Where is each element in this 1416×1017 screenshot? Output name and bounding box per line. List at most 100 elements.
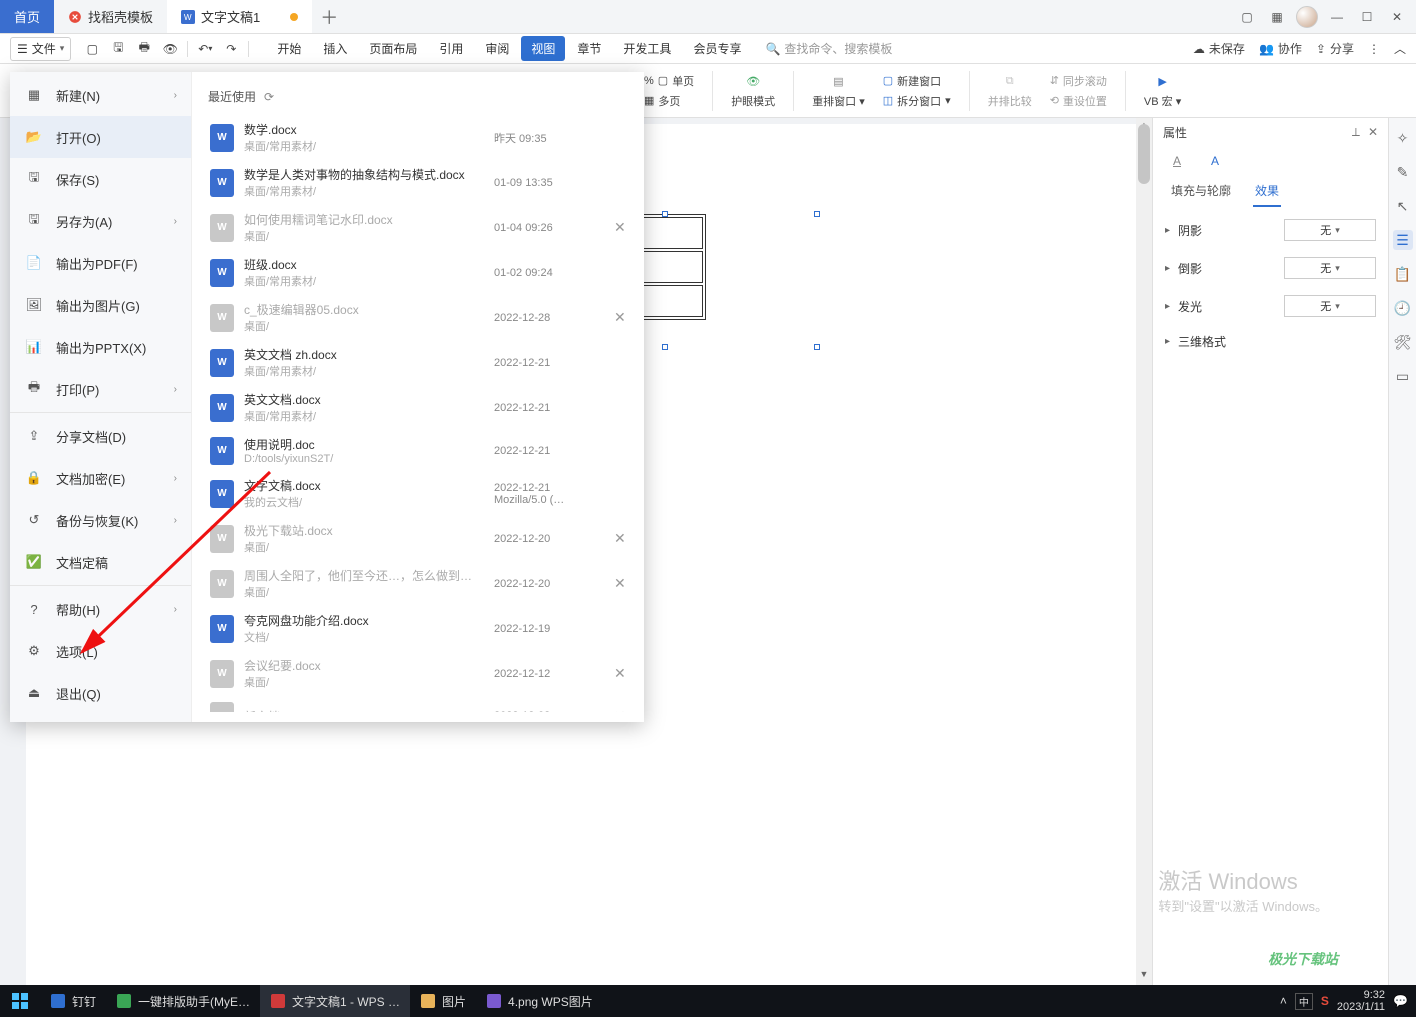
ribbon-tab-devtools[interactable]: 开发工具 [613, 36, 681, 61]
vb-macro-button[interactable]: ▶VB 宏 ▾ [1144, 73, 1181, 109]
single-page-button[interactable]: 单页 [672, 73, 694, 89]
selection-handle[interactable] [814, 344, 820, 350]
new-window-button[interactable]: ▢新建窗口 [883, 73, 951, 89]
file-menu-saveas[interactable]: 🖫另存为(A)› [10, 200, 191, 242]
rail-tools-icon[interactable]: 🛠 [1393, 332, 1413, 352]
recent-item[interactable]: W 英文文档.docx 桌面/常用素材/ 2022-12-21 ✕ [206, 385, 638, 430]
multi-page-button[interactable]: 多页 [658, 93, 680, 109]
system-tray[interactable]: ˄ 中 S 9:32 2023/1/11 💬 [1280, 989, 1416, 1013]
refresh-icon[interactable]: ⟳ [264, 90, 274, 104]
file-menu-save[interactable]: 🖫保存(S) [10, 158, 191, 200]
close-pane-icon[interactable]: ✕ [1368, 125, 1378, 140]
tab-document[interactable]: W 文字文稿1 [167, 0, 312, 33]
notification-icon[interactable]: 💬 [1393, 994, 1408, 1008]
expand-icon[interactable]: ▸ [1165, 336, 1170, 347]
ribbon-tab-layout[interactable]: 页面布局 [359, 36, 427, 61]
tab-home[interactable]: 首页 [0, 0, 54, 33]
unsaved-button[interactable]: ☁未保存 [1193, 40, 1245, 57]
ribbon-tab-vip[interactable]: 会员专享 [683, 36, 751, 61]
recent-item[interactable]: W 数学.docx 桌面/常用素材/ 昨天 09:35 ✕ [206, 115, 638, 160]
rearrange-window-button[interactable]: ▤重排窗口 ▾ [812, 73, 865, 109]
file-menu-open[interactable]: 📂打开(O) [10, 116, 191, 158]
file-menu-exit[interactable]: ⏏退出(Q) [10, 672, 191, 714]
scroll-down-icon[interactable]: ▼ [1136, 967, 1152, 981]
add-tab-button[interactable]: ＋ [312, 0, 346, 33]
ribbon-tab-start[interactable]: 开始 [267, 36, 311, 61]
pin-icon[interactable]: ⟂ [1352, 125, 1360, 140]
compare-button[interactable]: ⧉并排比较 [988, 73, 1032, 109]
taskbar-item[interactable]: 文字文稿1 - WPS … [260, 985, 410, 1017]
selection-handle[interactable] [662, 344, 668, 350]
recent-remove-icon[interactable]: ✕ [614, 530, 634, 547]
file-menu-pdf[interactable]: 📄输出为PDF(F) [10, 242, 191, 284]
rail-clipboard-icon[interactable]: 📋 [1393, 264, 1413, 284]
file-menu-encrypt[interactable]: 🔒文档加密(E)› [10, 457, 191, 499]
expand-icon[interactable]: ▸ [1165, 301, 1170, 312]
recent-item[interactable]: W 数学是人类对事物的抽象结构与模式.docx 桌面/常用素材/ 01-09 1… [206, 160, 638, 205]
tab-templates[interactable]: 找稻壳模板 [54, 0, 167, 33]
prop-tab-effect[interactable]: 效果 [1253, 176, 1281, 207]
command-search[interactable]: 🔍 查找命令、搜索模板 [765, 40, 892, 57]
file-menu-share[interactable]: ⇪分享文档(D) [10, 415, 191, 457]
prop-tab-fill[interactable]: 填充与轮廓 [1169, 176, 1233, 207]
reset-position-button[interactable]: ⟲重设位置 [1050, 93, 1107, 109]
recent-remove-icon[interactable]: ✕ [614, 219, 634, 236]
split-window-button[interactable]: ◫拆分窗口 ▾ [883, 93, 951, 109]
recent-item[interactable]: W 使用说明.doc D:/tools/yixunS2T/ 2022-12-21… [206, 430, 638, 471]
window-close[interactable]: ✕ [1384, 4, 1410, 30]
cooperate-button[interactable]: 👥协作 [1259, 40, 1302, 57]
user-avatar[interactable] [1294, 4, 1320, 30]
recent-remove-icon[interactable]: ✕ [614, 708, 634, 713]
recent-item[interactable]: W 会议纪要.docx 桌面/ 2022-12-12 ✕ [206, 651, 638, 696]
ime-indicator[interactable]: 中 [1295, 993, 1313, 1010]
ribbon-tab-insert[interactable]: 插入 [313, 36, 357, 61]
expand-icon[interactable]: ▸ [1165, 225, 1170, 236]
collapse-ribbon-icon[interactable]: ︿ [1394, 40, 1406, 57]
rail-pen-icon[interactable]: ✎ [1393, 162, 1413, 182]
recent-item[interactable]: W 英文文档 zh.docx 桌面/常用素材/ 2022-12-21 ✕ [206, 340, 638, 385]
recent-remove-icon[interactable]: ✕ [614, 309, 634, 326]
scroll-thumb[interactable] [1138, 124, 1150, 184]
file-menu-finalize[interactable]: ✅文档定稿 [10, 541, 191, 583]
recent-remove-icon[interactable]: ✕ [614, 575, 634, 592]
prop-row[interactable]: ▸发光无▾ [1165, 295, 1376, 317]
taskbar-item[interactable]: 一键排版助手(MyE… [106, 985, 260, 1017]
file-menu-pptx[interactable]: 📊输出为PPTX(X) [10, 326, 191, 368]
apps-icon[interactable]: ▦ [1264, 4, 1290, 30]
prop-value-select[interactable]: 无▾ [1284, 219, 1376, 241]
ribbon-tab-view[interactable]: 视图 [521, 36, 565, 61]
file-menu-options[interactable]: ⚙选项(L) [10, 630, 191, 672]
recent-item[interactable]: W 极光下载站.docx 桌面/ 2022-12-20 ✕ [206, 516, 638, 561]
expand-icon[interactable]: ▸ [1165, 263, 1170, 274]
tray-up-icon[interactable]: ˄ [1280, 994, 1287, 1008]
layout-icon[interactable]: ▢ [1234, 4, 1260, 30]
qa-print-icon[interactable]: 🖶 [133, 38, 155, 60]
ribbon-tab-chapter[interactable]: 章节 [567, 36, 611, 61]
file-menu-help[interactable]: ?帮助(H)› [10, 588, 191, 630]
recent-remove-icon[interactable]: ✕ [614, 665, 634, 682]
taskbar-item[interactable]: 钉钉 [40, 985, 106, 1017]
qa-redo-icon[interactable]: ↷ [220, 38, 242, 60]
recent-item[interactable]: W 文字文稿.docx 我的云文档/ 2022-12-21Mozilla/5.0… [206, 471, 638, 516]
recent-item[interactable]: W 夸克网盘功能介绍.docx 文档/ 2022-12-19 ✕ [206, 606, 638, 651]
prop-value-select[interactable]: 无▾ [1284, 257, 1376, 279]
file-menu-backup[interactable]: ↺备份与恢复(K)› [10, 499, 191, 541]
selection-handle[interactable] [814, 211, 820, 217]
qa-preview-icon[interactable]: 👁 [159, 38, 181, 60]
sync-scroll-button[interactable]: ⇵同步滚动 [1050, 73, 1107, 89]
selection-handle[interactable] [662, 211, 668, 217]
more-icon[interactable]: ⋮ [1368, 42, 1380, 56]
file-menu-button[interactable]: ☰ 文件 ▾ [10, 37, 71, 61]
recent-item[interactable]: W 如何使用糯词笔记水印.docx 桌面/ 01-04 09:26 ✕ [206, 205, 638, 250]
rail-properties-icon[interactable]: ☰ [1393, 230, 1413, 250]
rail-preview-icon[interactable]: ▭ [1393, 366, 1413, 386]
recent-item[interactable]: W 班级.docx 桌面/常用素材/ 01-02 09:24 ✕ [206, 250, 638, 295]
taskbar-item[interactable]: 4.png WPS图片 [476, 985, 603, 1017]
file-menu-print[interactable]: 🖶打印(P)› [10, 368, 191, 410]
eyecare-mode-button[interactable]: 👁护眼模式 [731, 73, 775, 109]
start-button[interactable] [0, 993, 40, 1009]
prop-value-select[interactable]: 无▾ [1284, 295, 1376, 317]
ribbon-tab-reference[interactable]: 引用 [429, 36, 473, 61]
ribbon-tab-review[interactable]: 审阅 [475, 36, 519, 61]
share-button[interactable]: ⇪分享 [1316, 40, 1354, 57]
